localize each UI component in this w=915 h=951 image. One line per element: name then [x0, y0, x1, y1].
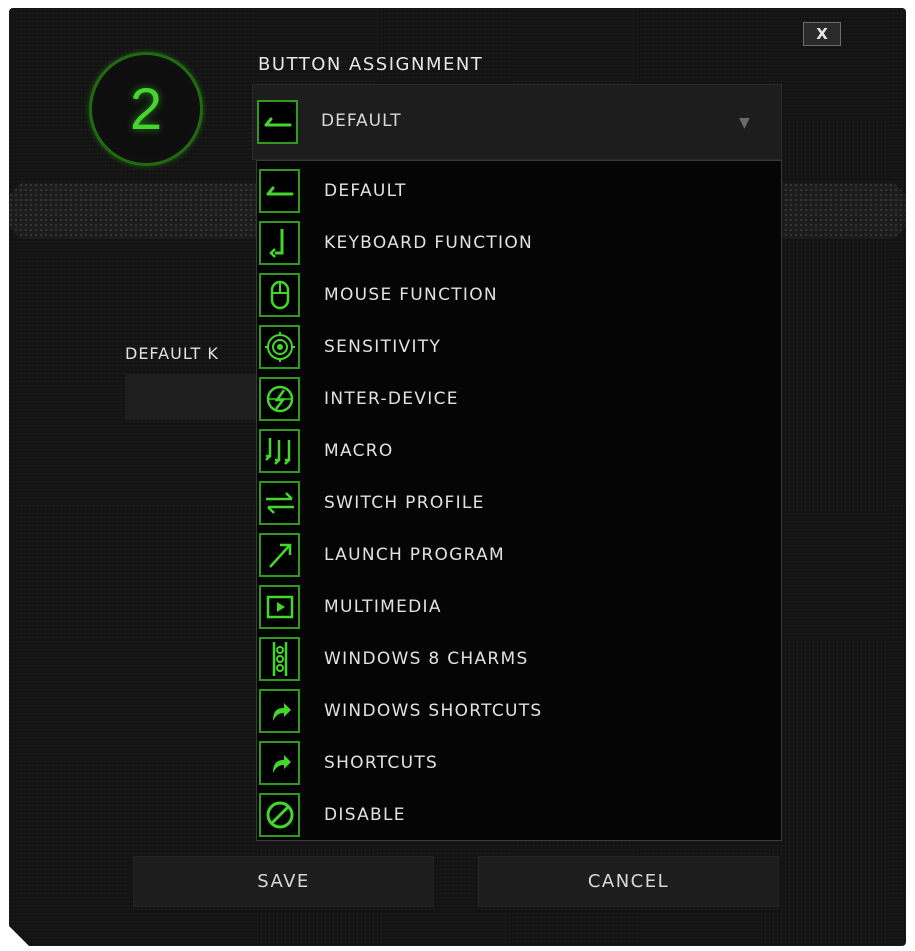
windows-charms-icon: [259, 637, 300, 681]
option-label: DISABLE: [324, 805, 406, 825]
dialog-title: BUTTON ASSIGNMENT: [258, 54, 484, 75]
option-label: INTER-DEVICE: [324, 389, 459, 409]
assignment-dropdown-list: DEFAULT KEYBOARD FUNCTION MOUSE FUNCTION…: [256, 160, 782, 841]
default-arrow-icon: [257, 100, 298, 144]
multimedia-play-icon: [259, 585, 300, 629]
default-arrow-icon: [259, 169, 300, 213]
option-label: WINDOWS 8 CHARMS: [324, 649, 529, 669]
option-windows-shortcuts[interactable]: WINDOWS SHORTCUTS: [257, 685, 781, 737]
switch-profile-icon: [259, 481, 300, 525]
target-icon: [259, 325, 300, 369]
assignment-select[interactable]: DEFAULT ▼: [252, 84, 782, 160]
default-key-label: DEFAULT K: [125, 344, 219, 363]
launch-program-icon: [259, 533, 300, 577]
selected-value: DEFAULT: [321, 111, 402, 131]
default-key-field: [125, 374, 265, 420]
option-label: MOUSE FUNCTION: [324, 285, 498, 305]
keyboard-function-icon: [259, 221, 300, 265]
button-number: 2: [129, 76, 163, 142]
option-label: MACRO: [324, 441, 394, 461]
option-label: WINDOWS SHORTCUTS: [324, 701, 543, 721]
option-label: KEYBOARD FUNCTION: [324, 233, 534, 253]
option-macro[interactable]: MACRO: [257, 425, 781, 477]
option-switch-profile[interactable]: SWITCH PROFILE: [257, 477, 781, 529]
chevron-down-icon[interactable]: ▼: [739, 115, 750, 131]
option-label: SENSITIVITY: [324, 337, 442, 357]
option-label: LAUNCH PROGRAM: [324, 545, 505, 565]
option-disable[interactable]: DISABLE: [257, 789, 781, 841]
option-default[interactable]: DEFAULT: [257, 165, 781, 217]
option-launch-program[interactable]: LAUNCH PROGRAM: [257, 529, 781, 581]
macro-icon: [259, 429, 300, 473]
option-multimedia[interactable]: MULTIMEDIA: [257, 581, 781, 633]
mouse-icon: [259, 273, 300, 317]
disable-icon: [259, 793, 300, 837]
option-keyboard-function[interactable]: KEYBOARD FUNCTION: [257, 217, 781, 269]
save-button[interactable]: SAVE: [133, 856, 434, 907]
option-label: SWITCH PROFILE: [324, 493, 485, 513]
option-label: DEFAULT: [324, 181, 407, 201]
option-inter-device[interactable]: INTER-DEVICE: [257, 373, 781, 425]
option-mouse-function[interactable]: MOUSE FUNCTION: [257, 269, 781, 321]
option-label: MULTIMEDIA: [324, 597, 442, 617]
inter-device-icon: [259, 377, 300, 421]
option-sensitivity[interactable]: SENSITIVITY: [257, 321, 781, 373]
option-shortcuts[interactable]: SHORTCUTS: [257, 737, 781, 789]
close-button[interactable]: X: [803, 22, 841, 46]
option-label: SHORTCUTS: [324, 753, 439, 773]
cancel-button[interactable]: CANCEL: [478, 856, 779, 907]
shortcut-arrow-icon: [259, 741, 300, 785]
option-windows-8-charms[interactable]: WINDOWS 8 CHARMS: [257, 633, 781, 685]
button-number-badge: 2: [89, 52, 203, 166]
shortcut-arrow-icon: [259, 689, 300, 733]
